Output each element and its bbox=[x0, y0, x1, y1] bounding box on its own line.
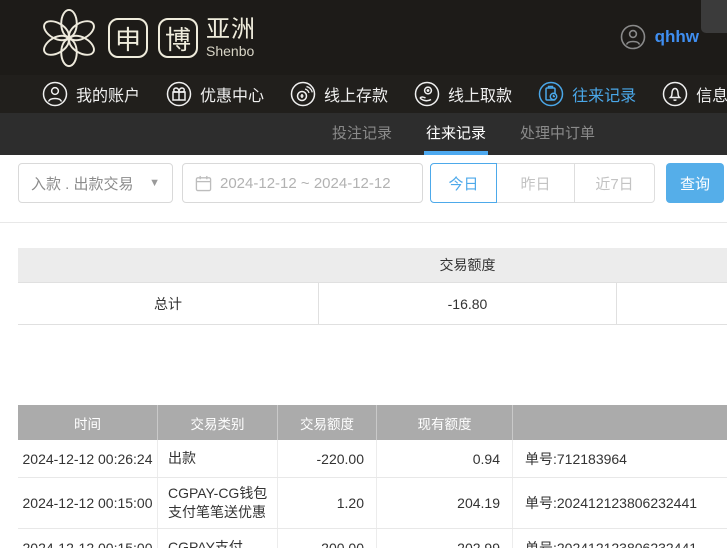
col-amount: 交易额度 bbox=[278, 405, 377, 440]
withdraw-icon bbox=[414, 81, 440, 107]
nav-transaction-records[interactable]: 往来记录 bbox=[538, 81, 636, 107]
brand-logo[interactable]: 申 博 亚洲 Shenbo bbox=[38, 7, 256, 69]
table-row: 2024-12-12 00:26:24 出款 -220.00 0.94 单号:7… bbox=[18, 440, 727, 478]
nav-promotions[interactable]: 优惠中心 bbox=[166, 81, 264, 107]
cell-type: CGPAY支付 bbox=[158, 529, 278, 548]
site-header: 申 博 亚洲 Shenbo qhhw bbox=[0, 0, 727, 75]
cell-balance: 202.99 bbox=[377, 529, 513, 548]
filter-bar: 入款 . 出款交易 ▼ 2024-12-12 ~ 2024-12-12 今日 昨… bbox=[0, 155, 727, 222]
brand-subtitle: Shenbo bbox=[206, 43, 255, 59]
cell-amount: 200.00 bbox=[278, 529, 377, 548]
cell-amount: -220.00 bbox=[278, 440, 377, 477]
summary-total-value: -16.80 bbox=[318, 283, 617, 324]
chevron-down-icon: ▼ bbox=[149, 177, 160, 189]
search-button[interactable]: 查询 bbox=[666, 163, 724, 203]
date-range-input[interactable]: 2024-12-12 ~ 2024-12-12 bbox=[182, 163, 423, 203]
brand-region: 亚洲 Shenbo bbox=[206, 16, 256, 59]
avatar-icon bbox=[620, 24, 645, 50]
records-icon bbox=[538, 81, 564, 107]
col-type: 交易类别 bbox=[158, 405, 278, 440]
brand-region-cn: 亚洲 bbox=[206, 16, 256, 43]
table-row: 2024-12-12 00:15:00 CGPAY-CG钱包支付笔笔送优惠 1.… bbox=[18, 478, 727, 529]
date-range-value: 2024-12-12 ~ 2024-12-12 bbox=[220, 174, 391, 192]
cell-type: CGPAY-CG钱包支付笔笔送优惠 bbox=[158, 478, 278, 528]
nav-messages[interactable]: 信息 bbox=[662, 81, 727, 107]
nav-label: 线上取款 bbox=[448, 88, 513, 105]
nav-my-account[interactable]: 我的账户 bbox=[42, 81, 140, 107]
cell-balance: 0.94 bbox=[377, 440, 513, 477]
records-table-header: 时间 交易类别 交易额度 现有额度 摘要 bbox=[18, 405, 727, 440]
summary-total-label: 总计 bbox=[154, 295, 182, 312]
user-icon bbox=[42, 81, 68, 107]
record-tabs: 投注记录 往来记录 处理中订单 bbox=[0, 113, 727, 155]
nav-label: 我的账户 bbox=[76, 88, 141, 105]
nav-label: 往来记录 bbox=[572, 88, 637, 105]
tab-transaction-records[interactable]: 往来记录 bbox=[424, 113, 489, 155]
nav-withdraw[interactable]: 线上取款 bbox=[414, 81, 512, 107]
cell-summary: 单号:712183964 bbox=[525, 450, 627, 467]
nav-label: 线上存款 bbox=[324, 88, 389, 105]
deposit-icon bbox=[290, 81, 316, 107]
summary-header-row: 交易额度 bbox=[18, 248, 727, 283]
quick-range-group: 今日 昨日 近7日 bbox=[430, 163, 655, 203]
records-table: 时间 交易类别 交易额度 现有额度 摘要 2024-12-12 00:26:24… bbox=[18, 405, 727, 548]
col-balance: 现有额度 bbox=[377, 405, 513, 440]
summary-table: 交易额度 总计 -16.80 bbox=[18, 248, 727, 325]
cell-summary: 单号:202412123806232441 bbox=[525, 539, 698, 548]
brand-char-shen: 申 bbox=[108, 18, 148, 58]
table-row: 2024-12-12 00:15:00 CGPAY支付 200.00 202.9… bbox=[18, 529, 727, 548]
cell-time: 2024-12-12 00:15:00 bbox=[18, 529, 158, 548]
summary-header-amount: 交易额度 bbox=[439, 257, 496, 273]
cell-balance: 204.19 bbox=[377, 478, 513, 528]
main-nav: 我的账户 优惠中心 线上存款 线上取款 往来记录 信息 bbox=[0, 75, 727, 113]
col-summary: 摘要 bbox=[513, 405, 727, 440]
yesterday-button[interactable]: 昨日 bbox=[497, 163, 575, 203]
page: 申 博 亚洲 Shenbo qhhw 我的账户 优惠中心 线上存款 线上取款 往… bbox=[0, 0, 727, 548]
bell-icon bbox=[662, 81, 688, 107]
today-button[interactable]: 今日 bbox=[430, 163, 497, 203]
cell-amount: 1.20 bbox=[278, 478, 377, 528]
cell-type: 出款 bbox=[158, 440, 278, 477]
col-time: 时间 bbox=[18, 405, 158, 440]
corner-panel bbox=[701, 0, 727, 33]
nav-deposit[interactable]: 线上存款 bbox=[290, 81, 388, 107]
cell-summary: 单号:202412123806232441 bbox=[525, 495, 698, 511]
last-7-days-button[interactable]: 近7日 bbox=[575, 163, 655, 203]
username-link[interactable]: qhhw bbox=[655, 27, 699, 47]
tab-pending-orders[interactable]: 处理中订单 bbox=[518, 113, 597, 155]
gift-icon bbox=[166, 81, 192, 107]
nav-label: 信息 bbox=[696, 88, 727, 105]
cell-time: 2024-12-12 00:26:24 bbox=[18, 440, 158, 477]
brand-char-bo: 博 bbox=[158, 18, 198, 58]
nav-label: 优惠中心 bbox=[200, 88, 265, 105]
cell-time: 2024-12-12 00:15:00 bbox=[18, 478, 158, 528]
transaction-type-value: 入款 . 出款交易 bbox=[31, 175, 134, 193]
lotus-flower-icon bbox=[43, 8, 95, 68]
transaction-type-select[interactable]: 入款 . 出款交易 ▼ bbox=[18, 163, 173, 203]
calendar-icon bbox=[195, 175, 212, 191]
user-account[interactable]: qhhw bbox=[620, 24, 699, 50]
summary-total-row: 总计 -16.80 bbox=[18, 283, 727, 325]
tab-betting-records[interactable]: 投注记录 bbox=[330, 113, 394, 155]
section-divider bbox=[0, 222, 727, 223]
